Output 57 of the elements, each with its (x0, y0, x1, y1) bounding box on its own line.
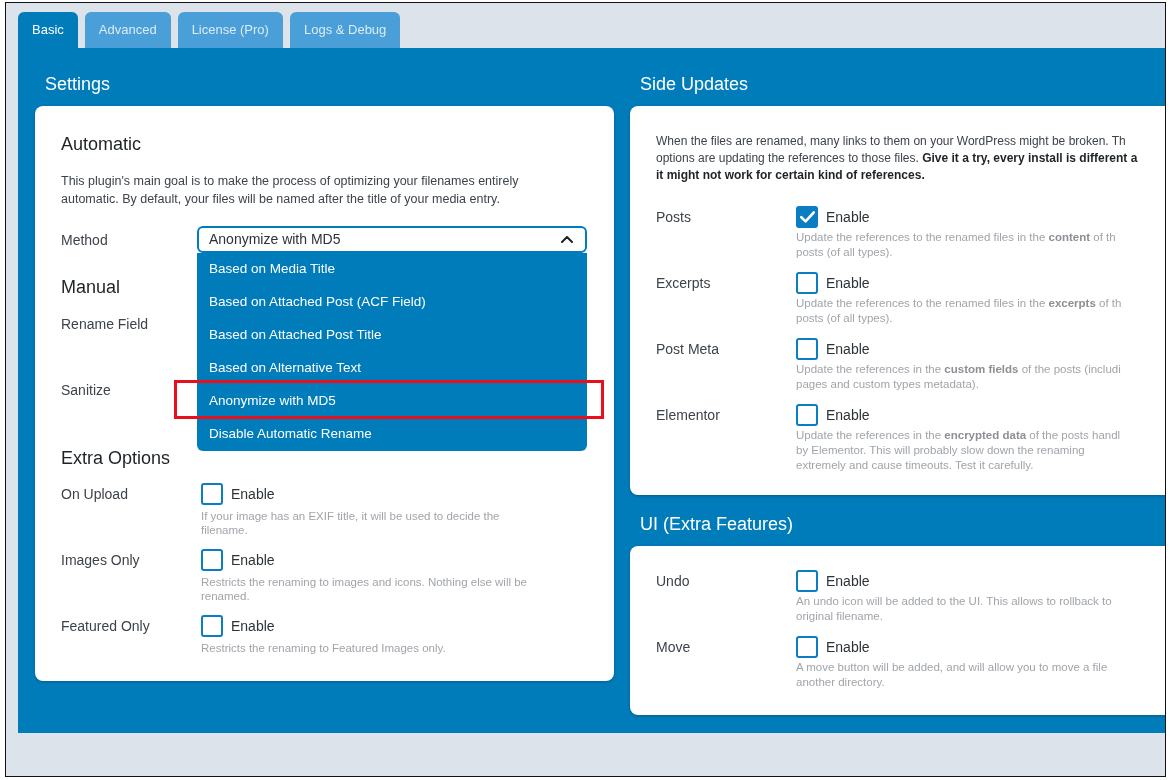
checkbox[interactable] (796, 404, 818, 426)
field-label: Elementor (656, 406, 721, 425)
checkbox-label[interactable]: Enable (826, 272, 870, 294)
checkbox[interactable] (201, 615, 223, 637)
intro-text: When the files are renamed, many links to them on your WordPress might be broken. Th options are updating the references to those files. Give it a try, every install is different a it might not work for certain kind of references. (656, 133, 1139, 184)
method-select[interactable]: Anonymize with MD5 (197, 226, 587, 253)
field-description: If your image has an EXIF title, it will be used to decide the filename. (201, 509, 501, 537)
field-label: Images Only (61, 551, 141, 570)
field-description: Update the references to the renamed files in the content of th posts (of all types). (796, 230, 1117, 260)
checkbox[interactable] (201, 549, 223, 571)
checkbox-label[interactable]: Enable (231, 483, 275, 505)
field-description: An undo icon will be added to the UI. This allows to rollback to original filename. (796, 594, 1113, 624)
checkbox[interactable] (796, 570, 818, 592)
checkbox[interactable] (796, 636, 818, 658)
dropdown-option[interactable]: Based on Attached Post Title (197, 319, 587, 352)
checkbox-label[interactable]: Enable (231, 615, 275, 637)
checkbox[interactable] (201, 483, 223, 505)
section-title: UI (Extra Features) (640, 513, 795, 536)
checkbox-label[interactable]: Enable (826, 338, 870, 360)
field-label: Method (61, 230, 109, 250)
field-description: Update the references in the encrypted data of the posts handl by Elementor. This will probably slow down the renaming extremely and cause timeouts. Test it carefully. (796, 428, 1122, 473)
field-label: Undo (656, 572, 691, 591)
field-description: Update the references to the renamed files in the excerpts of th posts (of all types). (796, 296, 1123, 326)
checkbox[interactable] (796, 338, 818, 360)
field-label: On Upload (61, 485, 129, 504)
section-description: This plugin's main goal is to make the process of optimizing your filenames entirely automatic. By default, your files will be named after the title of your media entry. (61, 173, 520, 208)
checkbox-label[interactable]: Enable (826, 404, 870, 426)
field-label: Posts (656, 208, 692, 227)
checkbox-label[interactable]: Enable (231, 549, 275, 571)
field-description: Restricts the renaming to Featured Images only. (201, 641, 447, 655)
dropdown-option[interactable]: Anonymize with MD5 (197, 385, 587, 418)
dropdown-option[interactable]: Disable Automatic Rename (197, 418, 587, 451)
checkbox-label[interactable]: Enable (826, 570, 870, 592)
field-label: Excerpts (656, 274, 712, 293)
checkmark-icon (799, 211, 815, 223)
checkbox-label[interactable]: Enable (826, 206, 870, 228)
chevron-up-icon (561, 236, 573, 243)
checkbox[interactable] (796, 272, 818, 294)
field-label: Sanitize (61, 382, 111, 398)
field-label: Featured Only (61, 617, 151, 636)
field-description: A move button will be added, and will allow you to move a file another directory. (796, 660, 1109, 690)
section-title: Side Updates (640, 73, 750, 96)
dropdown-option[interactable]: Based on Media Title (197, 253, 587, 286)
section-title: Settings (45, 73, 111, 96)
dropdown-option[interactable]: Based on Attached Post (ACF Field) (197, 286, 587, 319)
section-heading: Extra Options (61, 447, 172, 470)
field-description: Restricts the renaming to images and icons. Nothing else will be renamed. (201, 575, 528, 603)
checkbox-label[interactable]: Enable (826, 636, 870, 658)
section-heading: Manual (61, 276, 122, 299)
field-label: Rename Field (61, 316, 149, 332)
tab[interactable]: Basic (18, 12, 78, 48)
checkbox[interactable] (796, 206, 818, 228)
field-label: Move (656, 638, 692, 657)
field-label: Post Meta (656, 340, 721, 359)
dropdown-option[interactable]: Based on Alternative Text (197, 352, 587, 385)
field-description: Update the references in the custom fields of the posts (includi pages and custom types metadata). (796, 362, 1122, 392)
section-heading: Automatic (61, 133, 143, 156)
